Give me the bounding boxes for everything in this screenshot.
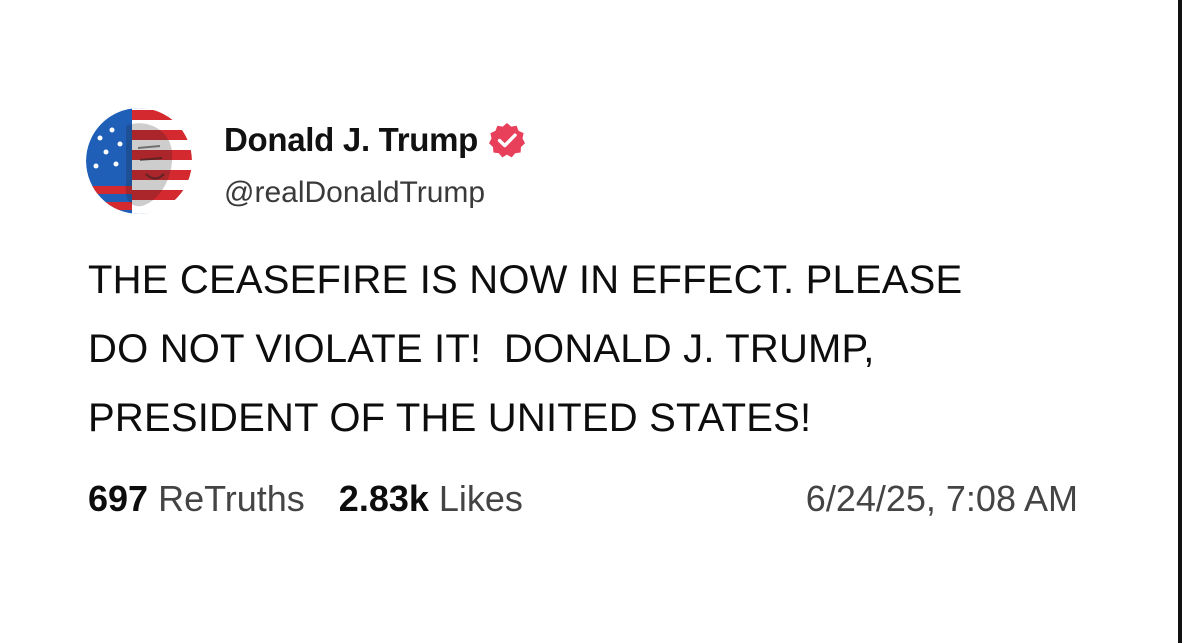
likes-label: Likes [438,478,523,519]
avatar[interactable] [86,108,192,214]
post-card: Donald J. Trump @realDonaldTrump THE CEA… [0,0,1178,643]
retruths-stat[interactable]: 697 ReTruths [88,478,305,520]
likes-stat[interactable]: 2.83k Likes [339,478,523,520]
post-stats: 697 ReTruths 2.83k Likes 6/24/25, 7:08 A… [88,474,1078,524]
post-header: Donald J. Trump @realDonaldTrump [86,108,526,218]
name-row: Donald J. Trump [224,120,526,160]
post-body: THE CEASEFIRE IS NOW IN EFFECT. PLEASE D… [88,258,963,440]
handle[interactable]: @realDonaldTrump [224,176,526,210]
author-identity: Donald J. Trump @realDonaldTrump [224,108,526,210]
post-timestamp[interactable]: 6/24/25, 7:08 AM [806,478,1078,520]
verified-badge-icon [488,121,526,159]
display-name[interactable]: Donald J. Trump [224,121,478,159]
retruths-label: ReTruths [158,478,305,519]
avatar-image [86,108,192,214]
retruths-count: 697 [88,478,149,519]
likes-count: 2.83k [338,478,429,519]
right-border [1178,0,1182,643]
